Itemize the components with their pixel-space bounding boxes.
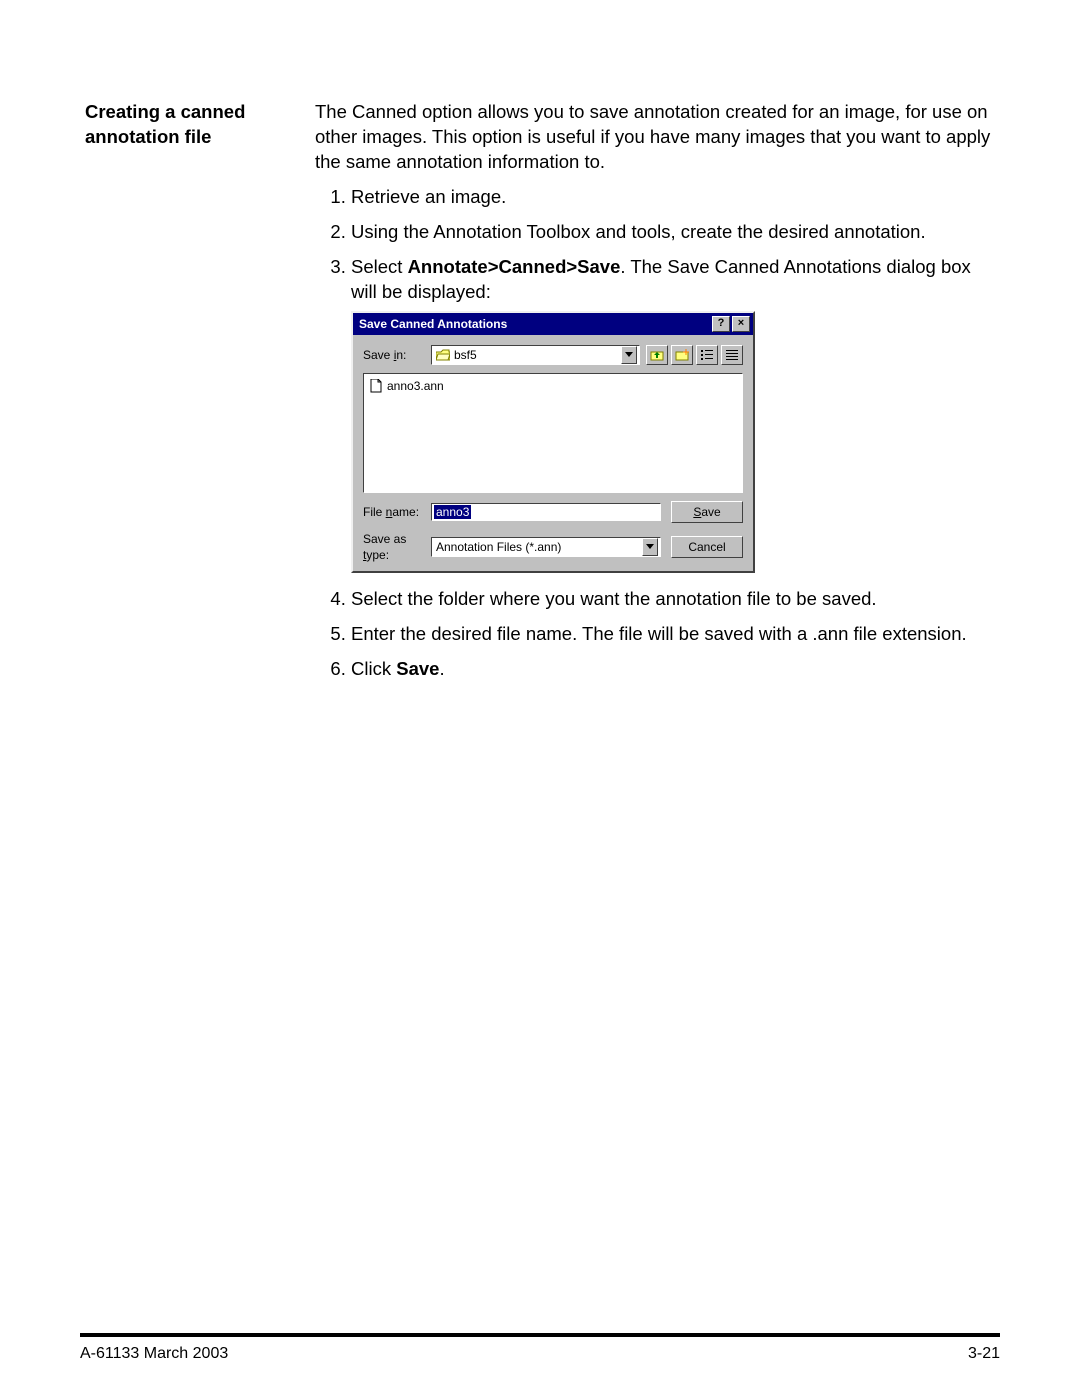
file-list-item-label: anno3.ann (387, 378, 444, 394)
cancel-button[interactable]: Cancel (671, 536, 743, 558)
footer-left: A-61133 March 2003 (80, 1345, 228, 1363)
save-as-type-value: Annotation Files (*.ann) (436, 539, 561, 555)
file-list[interactable]: anno3.ann (363, 373, 743, 493)
up-one-level-button[interactable] (646, 345, 668, 365)
details-icon (725, 349, 739, 361)
chevron-down-icon[interactable] (642, 538, 658, 556)
step-4: Select the folder where you want the ann… (351, 587, 1000, 612)
step-5: Enter the desired file name. The file wi… (351, 622, 1000, 647)
steps-list: Retrieve an image. Using the Annotation … (315, 185, 1000, 682)
step-6: Click Save. (351, 657, 1000, 682)
new-folder-button[interactable] (671, 345, 693, 365)
file-name-value: anno3 (434, 505, 471, 519)
help-button[interactable]: ? (712, 316, 730, 332)
details-view-button[interactable] (721, 345, 743, 365)
save-as-type-dropdown[interactable]: Annotation Files (*.ann) (431, 537, 661, 557)
file-name-input[interactable]: anno3 (431, 503, 661, 521)
file-icon (370, 379, 382, 393)
step-1: Retrieve an image. (351, 185, 1000, 210)
list-icon (700, 349, 714, 361)
up-folder-icon (650, 349, 664, 361)
save-in-value: bsf5 (454, 347, 477, 363)
save-in-dropdown[interactable]: bsf5 (431, 345, 640, 365)
list-view-button[interactable] (696, 345, 718, 365)
save-canned-annotations-dialog: Save Canned Annotations ? × Save in: (351, 311, 755, 573)
section-heading: Creating a canned annotation file (85, 100, 315, 150)
footer-page-number: 3-21 (968, 1345, 1000, 1363)
chevron-down-icon[interactable] (621, 346, 637, 364)
close-button[interactable]: × (732, 316, 750, 332)
footer-rule (80, 1333, 1000, 1337)
save-button[interactable]: Save (671, 501, 743, 523)
new-folder-icon (675, 349, 689, 361)
save-as-type-label: Save as type: (363, 531, 431, 563)
file-list-item[interactable]: anno3.ann (370, 378, 736, 394)
step-2: Using the Annotation Toolbox and tools, … (351, 220, 1000, 245)
dialog-titlebar: Save Canned Annotations ? × (353, 313, 753, 335)
save-in-label: Save in: (363, 347, 431, 363)
dialog-title: Save Canned Annotations (359, 316, 710, 332)
folder-open-icon (436, 349, 450, 361)
file-name-label: File name: (363, 504, 431, 520)
step-3: Select Annotate>Canned>Save. The Save Ca… (351, 255, 1000, 573)
intro-paragraph: The Canned option allows you to save ann… (315, 100, 1000, 175)
